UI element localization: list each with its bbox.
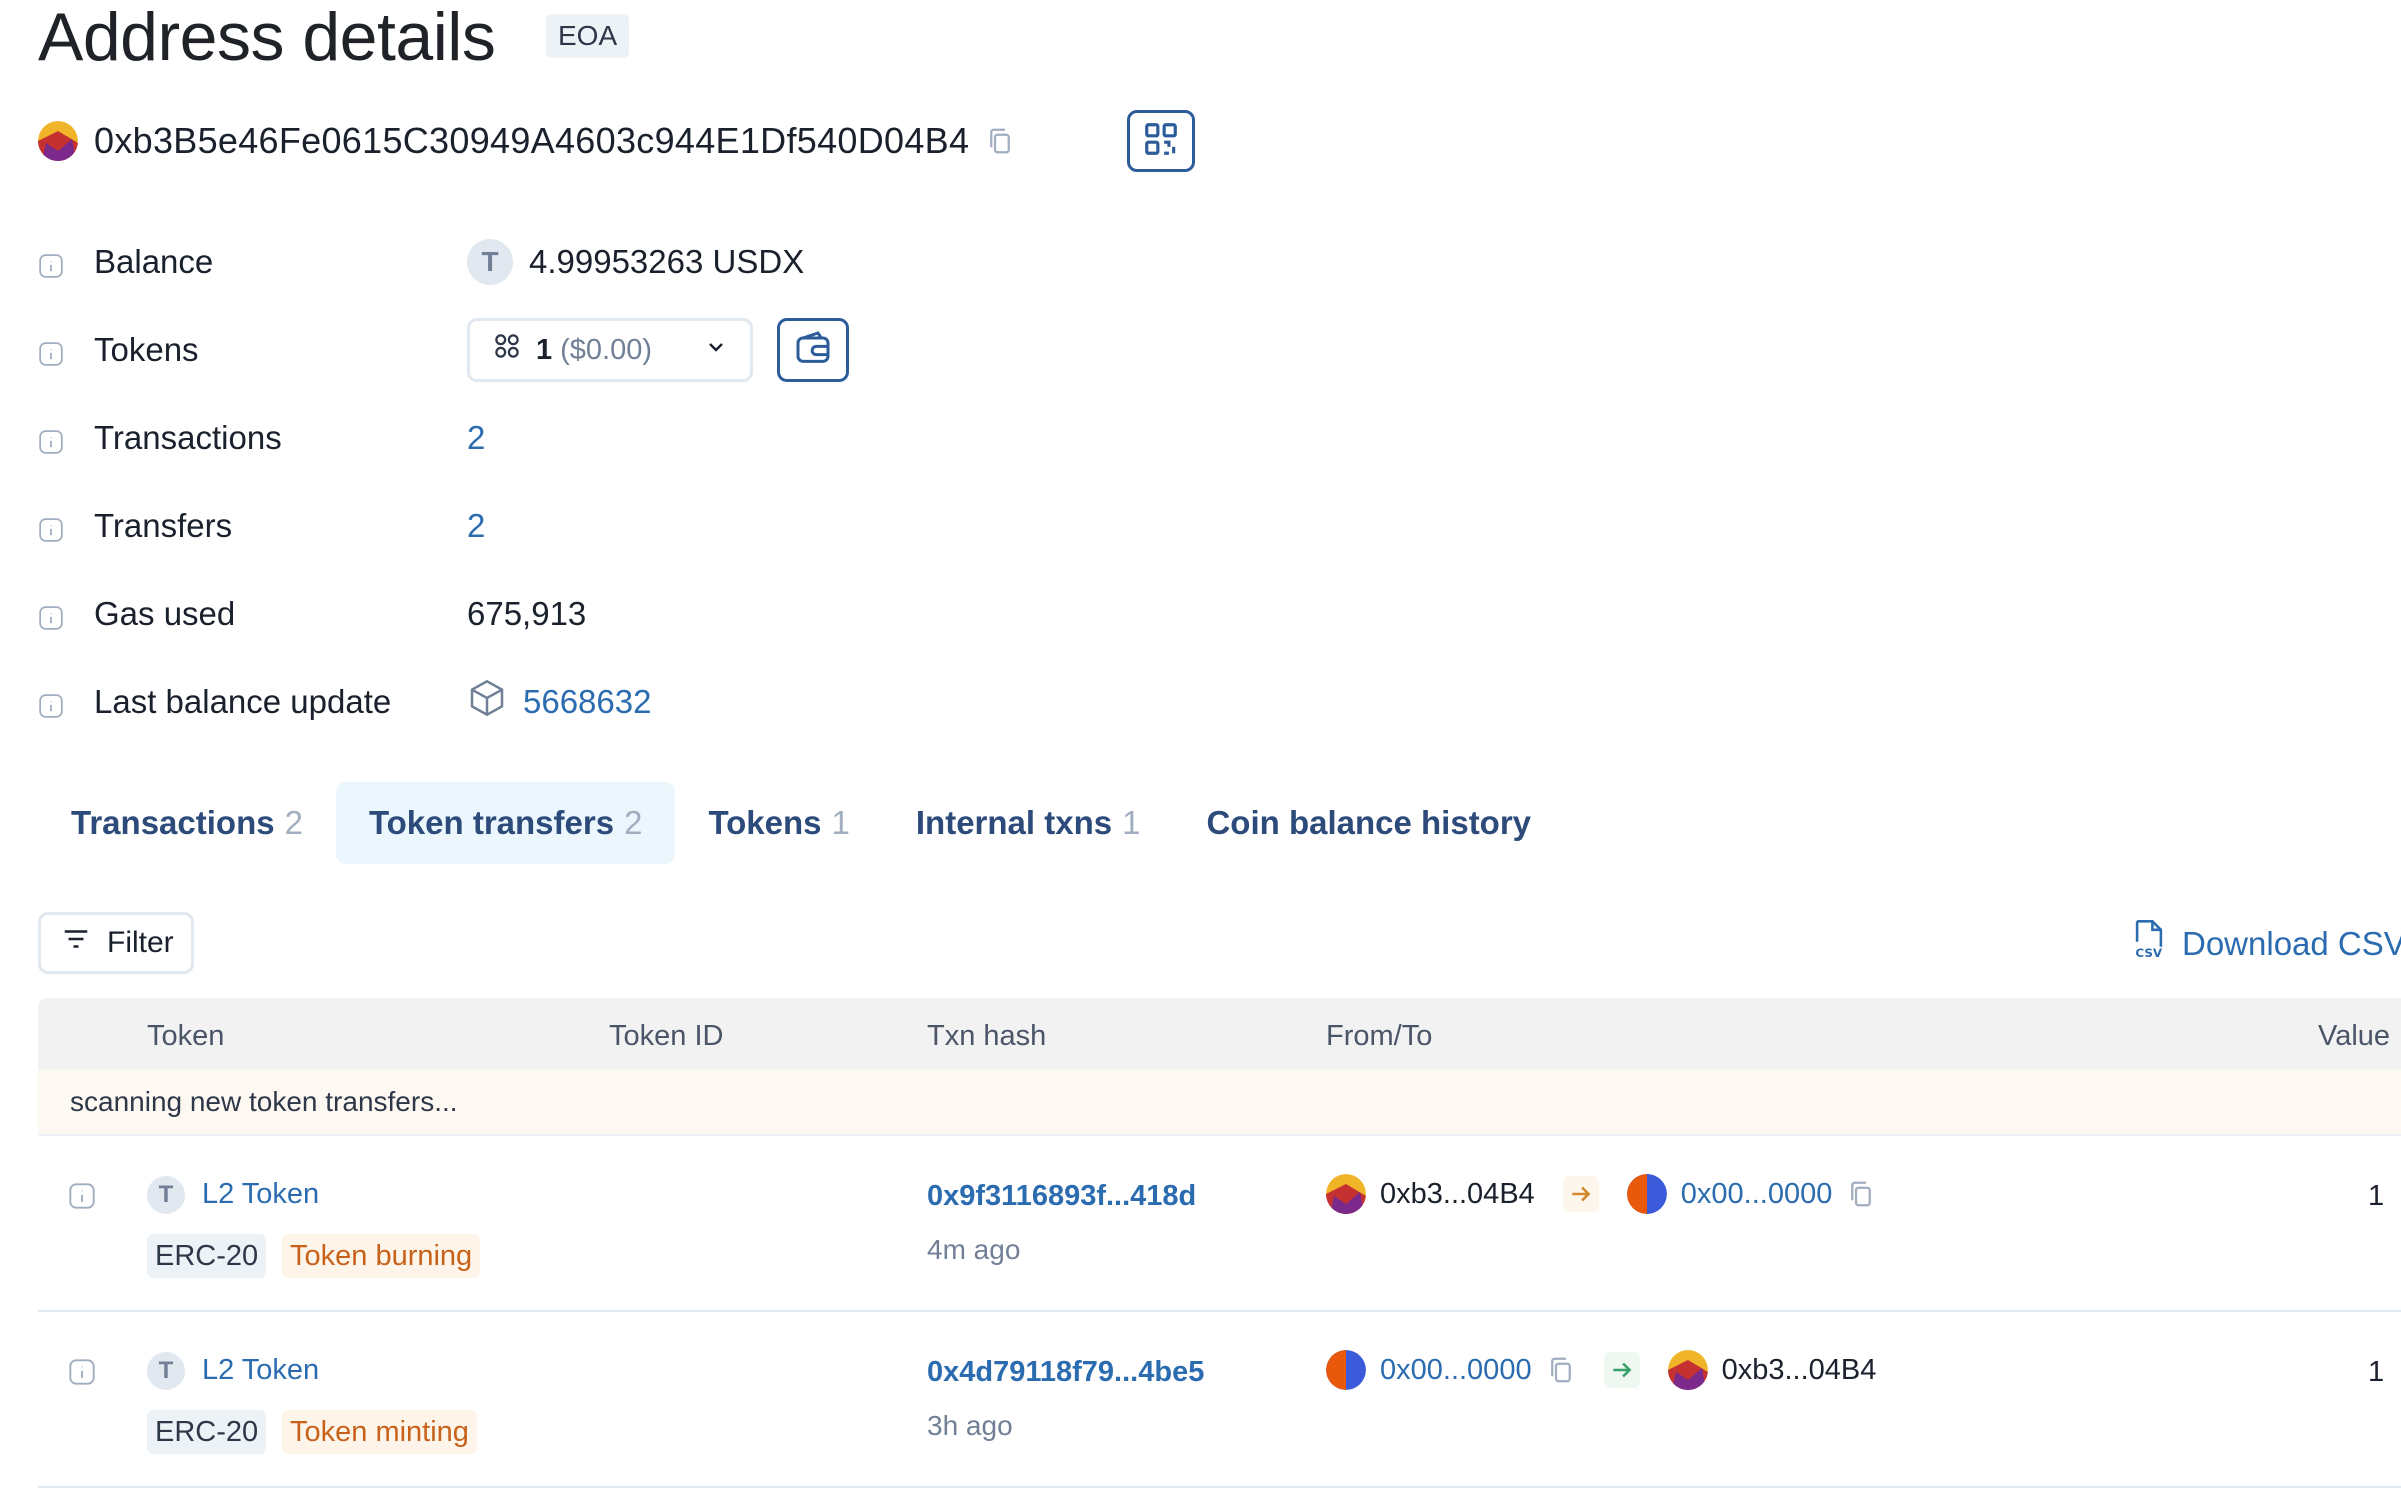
filter-button[interactable]: Filter <box>38 912 194 974</box>
tokens-usd: ($0.00) <box>560 333 653 366</box>
arrow-right-icon <box>1562 1176 1599 1212</box>
balance-value-row: T 4.99953263 USDX <box>467 239 805 285</box>
tab-bar: Transactions 2 Token transfers 2 Tokens 1 I… <box>38 782 1564 864</box>
info-icon[interactable] <box>38 513 64 542</box>
from-address: 0xb3...04B4 <box>1380 1177 1535 1210</box>
copy-icon[interactable] <box>1846 1179 1876 1209</box>
scanning-banner: scanning new token transfers... <box>38 1070 2401 1136</box>
gas-used-value: 675,913 <box>467 595 587 632</box>
info-icon[interactable] <box>38 337 64 366</box>
tokens-grid-icon <box>492 331 522 369</box>
transfers-label-row: Transfers <box>38 504 232 548</box>
table-row: T L2 Token ERC-20 Token burning 0x9f3116… <box>38 1136 2401 1312</box>
qr-code-icon <box>1142 120 1180 163</box>
block-cube-icon <box>467 678 507 726</box>
info-icon[interactable] <box>38 689 64 718</box>
gas-used-label: Gas used <box>94 595 236 632</box>
table-header: Token Token ID Txn hash From/To Value <box>38 998 2401 1070</box>
column-value: Value <box>2318 1020 2391 1052</box>
tokens-count: 1 <box>536 333 553 366</box>
tab-token-transfers[interactable]: Token transfers 2 <box>335 782 676 864</box>
column-from-to: From/To <box>1326 1020 1433 1052</box>
balance-label: Balance <box>94 243 214 280</box>
address-hash: 0xb3B5e46Fe0615C30949A4603c944E1Df540D04… <box>94 120 970 161</box>
to-avatar <box>1626 1174 1667 1214</box>
from-avatar <box>1326 1174 1366 1214</box>
from-to: 0x00...0000 0xb3...04B4 <box>1326 1350 1876 1390</box>
last-update-value-row: 5668632 <box>467 678 651 726</box>
token-name-link[interactable]: L2 Token <box>202 1354 319 1387</box>
tokens-dropdown[interactable]: 1 ($0.00) <box>467 318 753 382</box>
tab-coin-balance-history[interactable]: Coin balance history <box>1173 782 1564 864</box>
tab-transactions[interactable]: Transactions 2 <box>38 782 336 864</box>
balance-value: 4.99953263 USDX <box>529 243 805 280</box>
token-name-link[interactable]: L2 Token <box>202 1178 319 1211</box>
txn-hash-link[interactable]: 0x9f3116893f...418d <box>927 1180 1196 1213</box>
transfer-value: 1 <box>2368 1180 2385 1212</box>
svg-text:CSV: CSV <box>2135 946 2163 960</box>
csv-file-icon: CSV <box>2132 919 2166 969</box>
txn-age: 3h ago <box>927 1410 1013 1441</box>
page-title: Address details <box>38 0 496 75</box>
info-icon[interactable] <box>68 1182 95 1209</box>
download-csv-link[interactable]: CSV Download CSV <box>2132 916 2401 972</box>
address-avatar <box>38 121 78 161</box>
info-icon[interactable] <box>38 601 64 630</box>
last-balance-update-label: Last balance update <box>94 683 392 720</box>
transactions-label-row: Transactions <box>38 416 282 460</box>
from-to: 0xb3...04B4 0x00...0000 <box>1326 1174 1876 1214</box>
download-csv-label: Download CSV <box>2182 925 2401 962</box>
native-token-icon: T <box>467 239 513 285</box>
filter-icon <box>61 924 91 962</box>
table-row: T L2 Token ERC-20 Token minting 0x4d7911… <box>38 1312 2401 1488</box>
to-address: 0xb3...04B4 <box>1721 1353 1877 1386</box>
transactions-value[interactable]: 2 <box>467 416 485 460</box>
txn-age: 4m ago <box>927 1234 1021 1265</box>
eoa-badge: EOA <box>546 14 630 58</box>
chevron-down-icon <box>704 334 728 367</box>
from-address-link[interactable]: 0x00...0000 <box>1380 1354 1532 1387</box>
last-update-label-row: Last balance update <box>38 680 391 724</box>
filter-label: Filter <box>107 926 174 959</box>
transfer-value: 1 <box>2368 1356 2385 1388</box>
token-type-tag: Token burning <box>282 1234 481 1278</box>
from-avatar <box>1326 1350 1366 1390</box>
info-icon[interactable] <box>68 1358 95 1385</box>
transfers-label: Transfers <box>94 507 233 544</box>
token-type-tag: Token minting <box>282 1410 477 1454</box>
address-line: 0xb3B5e46Fe0615C30949A4603c944E1Df540D04… <box>38 118 1015 164</box>
wallet-button[interactable] <box>777 318 849 382</box>
copy-icon[interactable] <box>1546 1355 1576 1385</box>
wallet-icon <box>793 328 833 373</box>
balance-label-row: Balance <box>38 240 213 284</box>
column-txn-hash: Txn hash <box>927 1020 1047 1052</box>
info-icon[interactable] <box>38 249 64 278</box>
copy-icon[interactable] <box>985 126 1015 156</box>
tokens-label: Tokens <box>94 331 199 368</box>
token-standard-tag: ERC-20 <box>147 1234 267 1278</box>
tokens-label-row: Tokens <box>38 328 199 372</box>
transactions-label: Transactions <box>94 419 282 456</box>
to-avatar <box>1667 1350 1708 1390</box>
last-update-block-link[interactable]: 5668632 <box>523 683 651 721</box>
token-standard-tag: ERC-20 <box>147 1410 267 1454</box>
qr-code-button[interactable] <box>1127 110 1195 172</box>
gas-label-row: Gas used <box>38 592 235 636</box>
transfers-value[interactable]: 2 <box>467 504 485 548</box>
tab-internal-txns[interactable]: Internal txns 1 <box>883 782 1174 864</box>
token-icon: T <box>147 1352 185 1390</box>
token-icon: T <box>147 1176 185 1214</box>
txn-hash-link[interactable]: 0x4d79118f79...4be5 <box>927 1356 1204 1389</box>
to-address-link[interactable]: 0x00...0000 <box>1681 1178 1833 1211</box>
info-icon[interactable] <box>38 425 64 454</box>
tab-tokens[interactable]: Tokens 1 <box>675 782 882 864</box>
column-token: Token <box>147 1020 225 1052</box>
arrow-right-icon <box>1603 1352 1640 1388</box>
column-token-id: Token ID <box>609 1020 724 1052</box>
